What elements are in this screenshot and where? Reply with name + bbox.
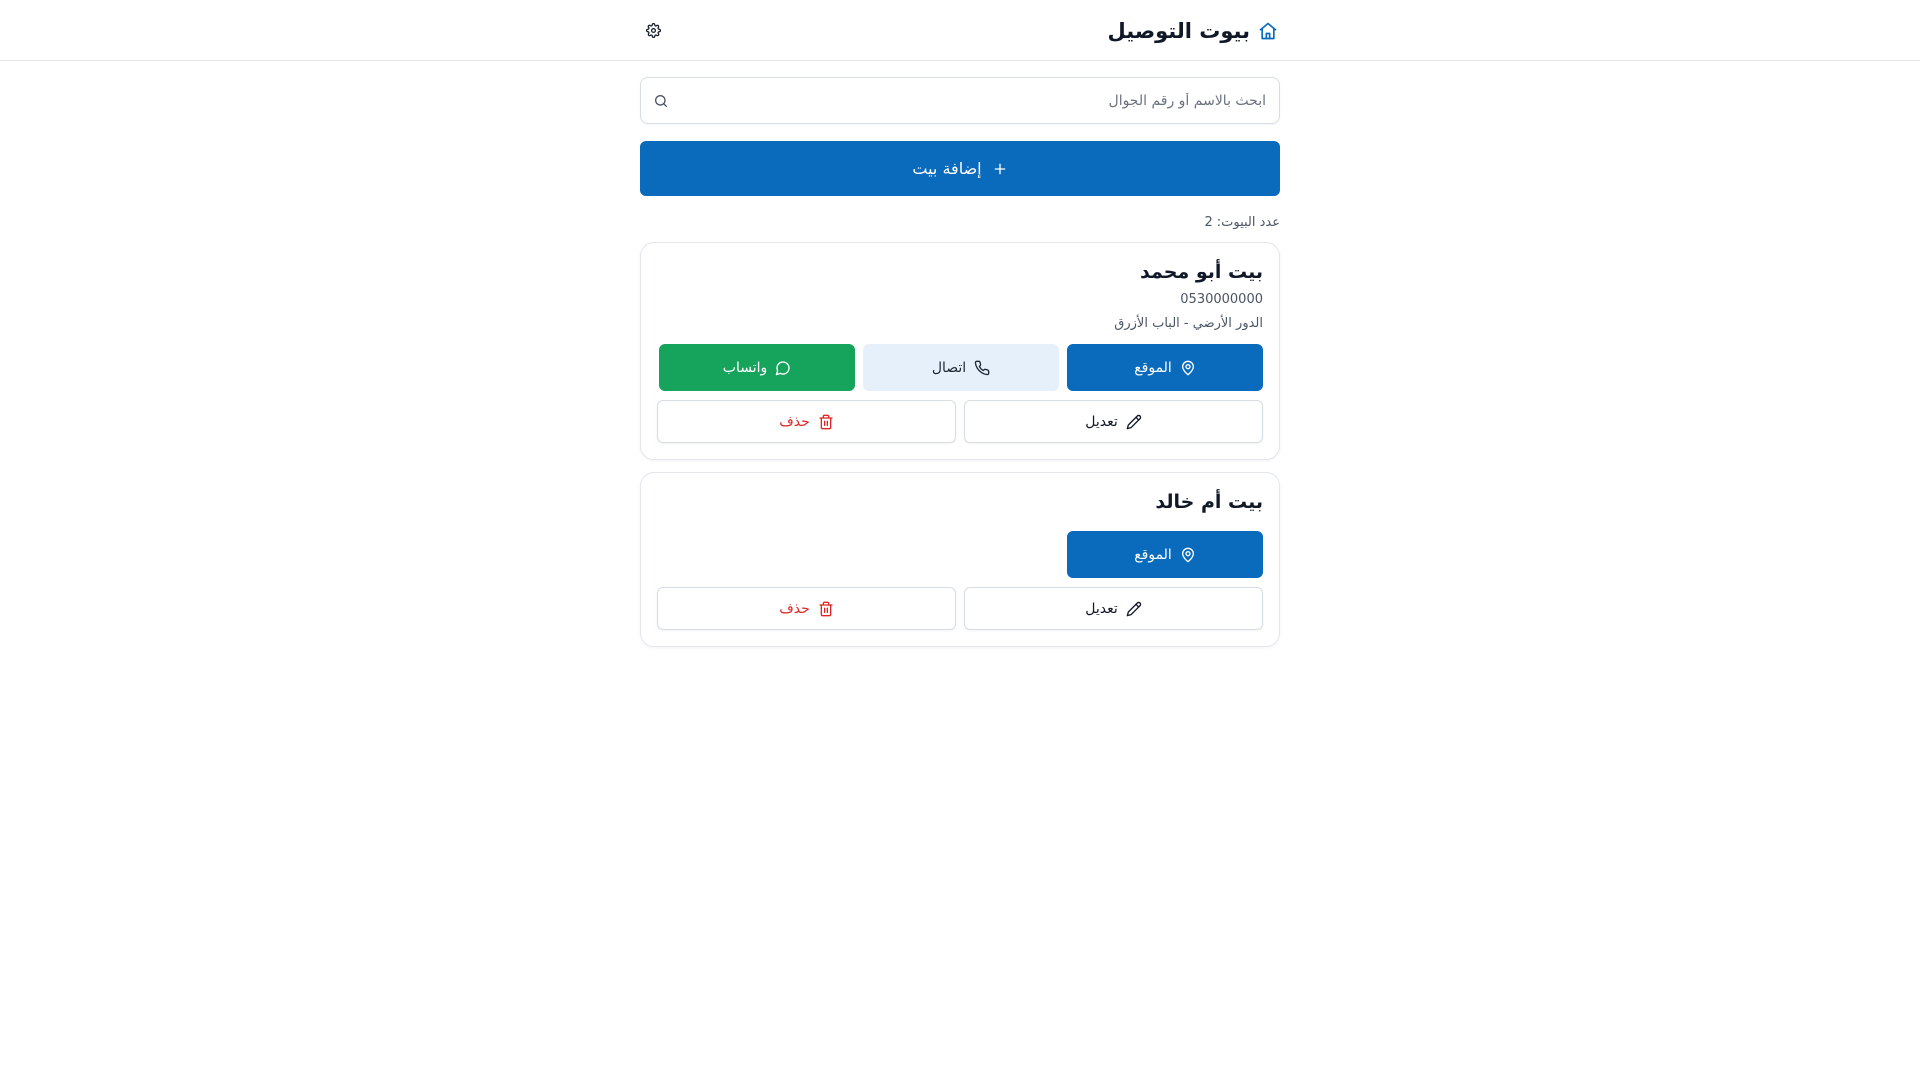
house-note: الدور الأرضي - الباب الأزرق	[1114, 316, 1263, 331]
home-icon	[1258, 21, 1278, 41]
location-label: الموقع	[1134, 359, 1172, 376]
call-label: اتصال	[931, 359, 967, 376]
whatsapp-label: واتساب	[722, 359, 768, 376]
call-button[interactable]: اتصال	[863, 344, 1059, 391]
plus-icon	[992, 161, 1008, 177]
edit-button[interactable]: تعديل	[964, 587, 1263, 630]
main-content: إضافة بيت عدد البيوت: 2 بيت أبو محمد 053…	[640, 77, 1280, 647]
map-pin-icon	[1180, 547, 1196, 563]
edit-label: تعديل	[1085, 600, 1118, 617]
location-button[interactable]: الموقع	[1067, 344, 1263, 391]
location-button[interactable]: الموقع	[1067, 531, 1263, 578]
house-card: بيت أبو محمد 0530000000 الدور الأرضي - ا…	[640, 242, 1280, 460]
house-name: بيت أم خالد	[1155, 491, 1263, 513]
house-actions: الموقع	[657, 531, 1263, 578]
brand: بيوت التوصيل	[1108, 19, 1278, 43]
pencil-icon	[1126, 601, 1142, 617]
pencil-icon	[1126, 414, 1142, 430]
add-house-label: إضافة بيت	[912, 159, 982, 178]
house-card: بيت أم خالد الموقع تعديل حذف	[640, 472, 1280, 647]
trash-icon	[818, 414, 834, 430]
page-title: بيوت التوصيل	[1107, 18, 1250, 43]
settings-button[interactable]	[642, 20, 664, 42]
trash-icon	[818, 601, 834, 617]
edit-label: تعديل	[1085, 413, 1118, 430]
whatsapp-icon	[775, 360, 791, 376]
search-input[interactable]	[641, 78, 1279, 123]
house-name: بيت أبو محمد	[1140, 261, 1263, 283]
delete-button[interactable]: حذف	[657, 587, 956, 630]
house-manage: تعديل حذف	[657, 400, 1263, 443]
delete-label: حذف	[779, 600, 810, 617]
search-box	[640, 77, 1280, 124]
delete-button[interactable]: حذف	[657, 400, 956, 443]
edit-button[interactable]: تعديل	[964, 400, 1263, 443]
house-manage: تعديل حذف	[657, 587, 1263, 630]
search-icon	[653, 93, 669, 109]
gear-icon	[645, 23, 661, 38]
header-bar: بيوت التوصيل	[630, 0, 1290, 61]
houses-count: عدد البيوت: 2	[640, 215, 1280, 230]
house-phone: 0530000000	[1180, 292, 1263, 307]
app-header: بيوت التوصيل	[0, 0, 1920, 61]
whatsapp-button[interactable]: واتساب	[659, 344, 855, 391]
house-actions: الموقع اتصال واتساب	[657, 344, 1263, 391]
location-label: الموقع	[1134, 546, 1172, 563]
map-pin-icon	[1180, 360, 1196, 376]
phone-icon	[974, 360, 990, 376]
houses-count-value: 2	[1204, 215, 1213, 230]
delete-label: حذف	[779, 413, 810, 430]
houses-count-label: عدد البيوت:	[1216, 215, 1280, 230]
add-house-button[interactable]: إضافة بيت	[640, 141, 1280, 196]
